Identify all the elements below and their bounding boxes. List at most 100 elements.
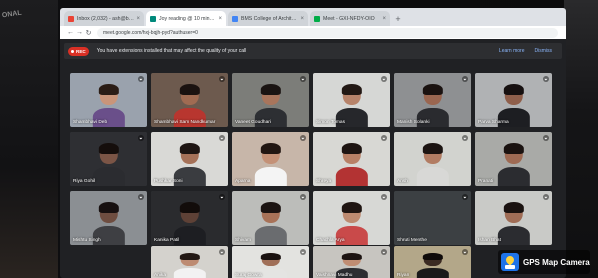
mic-muted-icon: ⏷	[381, 249, 387, 255]
participant-tile[interactable]: ⏷ Shambhavi Deb	[70, 73, 147, 127]
participant-video	[254, 143, 287, 186]
participant-name: Vaishnavi Madhu	[316, 273, 353, 278]
browser-tab-meet[interactable]: Meet - GXI-NFDY-OIO ×	[310, 11, 390, 26]
participant-name: Chachla Arya	[316, 238, 345, 243]
close-tab-icon[interactable]: ×	[382, 16, 386, 22]
mic-muted-icon: ⏷	[138, 194, 144, 200]
dismiss-button[interactable]: Dismiss	[535, 48, 553, 54]
participant-name: Pushkar Soni	[154, 179, 183, 184]
participant-tile[interactable]: ⏷ Shambhavi Sam Nandkumar	[151, 73, 228, 127]
gmail-icon	[68, 15, 74, 22]
monitor-bezel-left: ONAL	[0, 0, 58, 278]
mic-muted-icon: ⏷	[462, 194, 468, 200]
reload-icon[interactable]: ↻	[84, 29, 93, 37]
forward-icon[interactable]: →	[75, 29, 84, 36]
browser-tab-college[interactable]: BMS College of Architecture ×	[228, 11, 308, 26]
participant-tile[interactable]: ⏷ Riyan	[394, 246, 471, 278]
participant-tile[interactable]: ⏷ Kanika Patil	[151, 191, 228, 245]
participant-name: Shambhavi Sam Nandkumar	[154, 120, 216, 125]
participant-name: Shreya	[316, 179, 332, 184]
participant-video	[92, 143, 125, 186]
participant-name: Anika	[154, 273, 166, 278]
gps-map-camera-logo-icon	[501, 253, 519, 271]
banner-message: You have extensions installed that may a…	[96, 48, 247, 54]
participant-tile[interactable]: ⏷ Pushkar Soni	[151, 132, 228, 186]
participant-name: Kanika Patil	[154, 238, 180, 243]
close-tab-icon[interactable]: ×	[300, 16, 304, 22]
participant-name: Shambhavi Deb	[73, 120, 108, 125]
participant-tile[interactable]: ⏷ Ishan Bhat	[475, 191, 552, 245]
tab-label: BMS College of Architecture	[241, 15, 299, 22]
mic-muted-icon: ⏷	[543, 194, 549, 200]
participant-tile[interactable]: ⏷ Aparna	[232, 132, 309, 186]
participant-name: Suraj Gowra	[235, 273, 262, 278]
mic-muted-icon: ⏷	[300, 135, 306, 141]
participant-tile[interactable]: ⏷ Chachla Arya	[313, 191, 390, 245]
participant-name: Mishtu Singh	[73, 238, 101, 243]
monitor-bezel-right	[564, 0, 598, 278]
participant-tile[interactable]: ⏷ Simon Tomas	[313, 73, 390, 127]
participant-tile[interactable]: ⏷ Suraj Gowra	[232, 246, 309, 278]
record-dot-icon	[71, 49, 74, 53]
participant-tile[interactable]: ⏷ Shruti Menthe	[394, 191, 471, 245]
url-input[interactable]: meet.google.com/hxj-bqjh-pyd?authuser=0	[97, 27, 558, 38]
participant-tile[interactable]: ⏷ Parva Sharma	[475, 73, 552, 127]
back-icon[interactable]: ←	[66, 29, 75, 36]
close-tab-icon[interactable]: ×	[136, 16, 140, 22]
participant-video	[173, 252, 206, 278]
learn-more-link[interactable]: Learn more	[499, 48, 525, 54]
mic-muted-icon: ⏷	[138, 76, 144, 82]
mic-muted-icon: ⏷	[381, 76, 387, 82]
meet-icon	[314, 15, 320, 22]
gps-map-camera-watermark: GPS Map Camera	[498, 250, 590, 274]
mic-muted-icon: ⏷	[300, 76, 306, 82]
participant-name: Vaneet Goudhari	[235, 120, 271, 125]
participant-name: Simon Tomas	[316, 120, 345, 125]
address-bar: ← → ↻ meet.google.com/hxj-bqjh-pyd?authu…	[60, 26, 566, 39]
watermark-label: GPS Map Camera	[523, 257, 590, 267]
close-tab-icon[interactable]: ×	[218, 16, 222, 22]
participant-name: Parva Sharma	[478, 120, 509, 125]
tab-label: Inbox (2,032) - ash@bmsce.ac.in	[77, 15, 135, 22]
participant-video	[497, 143, 530, 186]
participant-name: Shivam	[235, 238, 251, 243]
browser-tab-inbox[interactable]: Inbox (2,032) - ash@bmsce.ac.in ×	[64, 11, 144, 26]
extension-warning-banner: REC You have extensions installed that m…	[64, 43, 562, 59]
participant-video	[497, 202, 530, 245]
mic-muted-icon: ⏷	[219, 76, 225, 82]
participant-tile[interactable]: ⏷ Vaneet Goudhari	[232, 73, 309, 127]
participant-video	[254, 202, 287, 245]
mic-muted-icon: ⏷	[138, 135, 144, 141]
recording-label: REC	[76, 48, 86, 54]
participant-name: Aparna	[235, 179, 251, 184]
mic-muted-icon: ⏷	[543, 135, 549, 141]
mic-muted-icon: ⏷	[219, 135, 225, 141]
participant-tile[interactable]: ⏷ Riya Gohil	[70, 132, 147, 186]
participant-tile[interactable]: ⏷ Vaishnavi Madhu	[313, 246, 390, 278]
monitor-screen: Inbox (2,032) - ash@bmsce.ac.in × Joy re…	[60, 8, 566, 278]
participant-name: Riya Gohil	[73, 179, 96, 184]
mic-muted-icon: ⏷	[381, 135, 387, 141]
background-poster-text: ONAL	[1, 9, 23, 20]
participant-name: Ishan Bhat	[478, 238, 501, 243]
participant-tile[interactable]: ⏷ Shivam	[232, 191, 309, 245]
new-tab-button[interactable]: +	[392, 13, 404, 25]
participant-name: Ansh	[397, 179, 408, 184]
participant-tile[interactable]: ⏷ Manish Solanki	[394, 73, 471, 127]
participant-tile[interactable]: ⏷ Pranati	[475, 132, 552, 186]
participant-tile[interactable]: ⏷ Anika	[151, 246, 228, 278]
meet-icon	[150, 15, 156, 22]
participant-tile[interactable]: ⏷ Ansh	[394, 132, 471, 186]
browser-tab-strip: Inbox (2,032) - ash@bmsce.ac.in × Joy re…	[60, 8, 566, 26]
meet-main: REC You have extensions installed that m…	[60, 39, 566, 278]
tab-label: Joy reading @ 10 minutes 2021	[159, 15, 217, 22]
tab-label: Meet - GXI-NFDY-OIO	[323, 15, 375, 22]
mic-muted-icon: ⏷	[300, 249, 306, 255]
mic-muted-icon: ⏷	[381, 194, 387, 200]
participant-video	[416, 143, 449, 186]
browser-tab-joy-reading[interactable]: Joy reading @ 10 minutes 2021 ×	[146, 11, 226, 26]
mic-muted-icon: ⏷	[462, 249, 468, 255]
participant-name: Manish Solanki	[397, 120, 430, 125]
participant-tile[interactable]: ⏷ Shreya	[313, 132, 390, 186]
participant-tile[interactable]: ⏷ Mishtu Singh	[70, 191, 147, 245]
